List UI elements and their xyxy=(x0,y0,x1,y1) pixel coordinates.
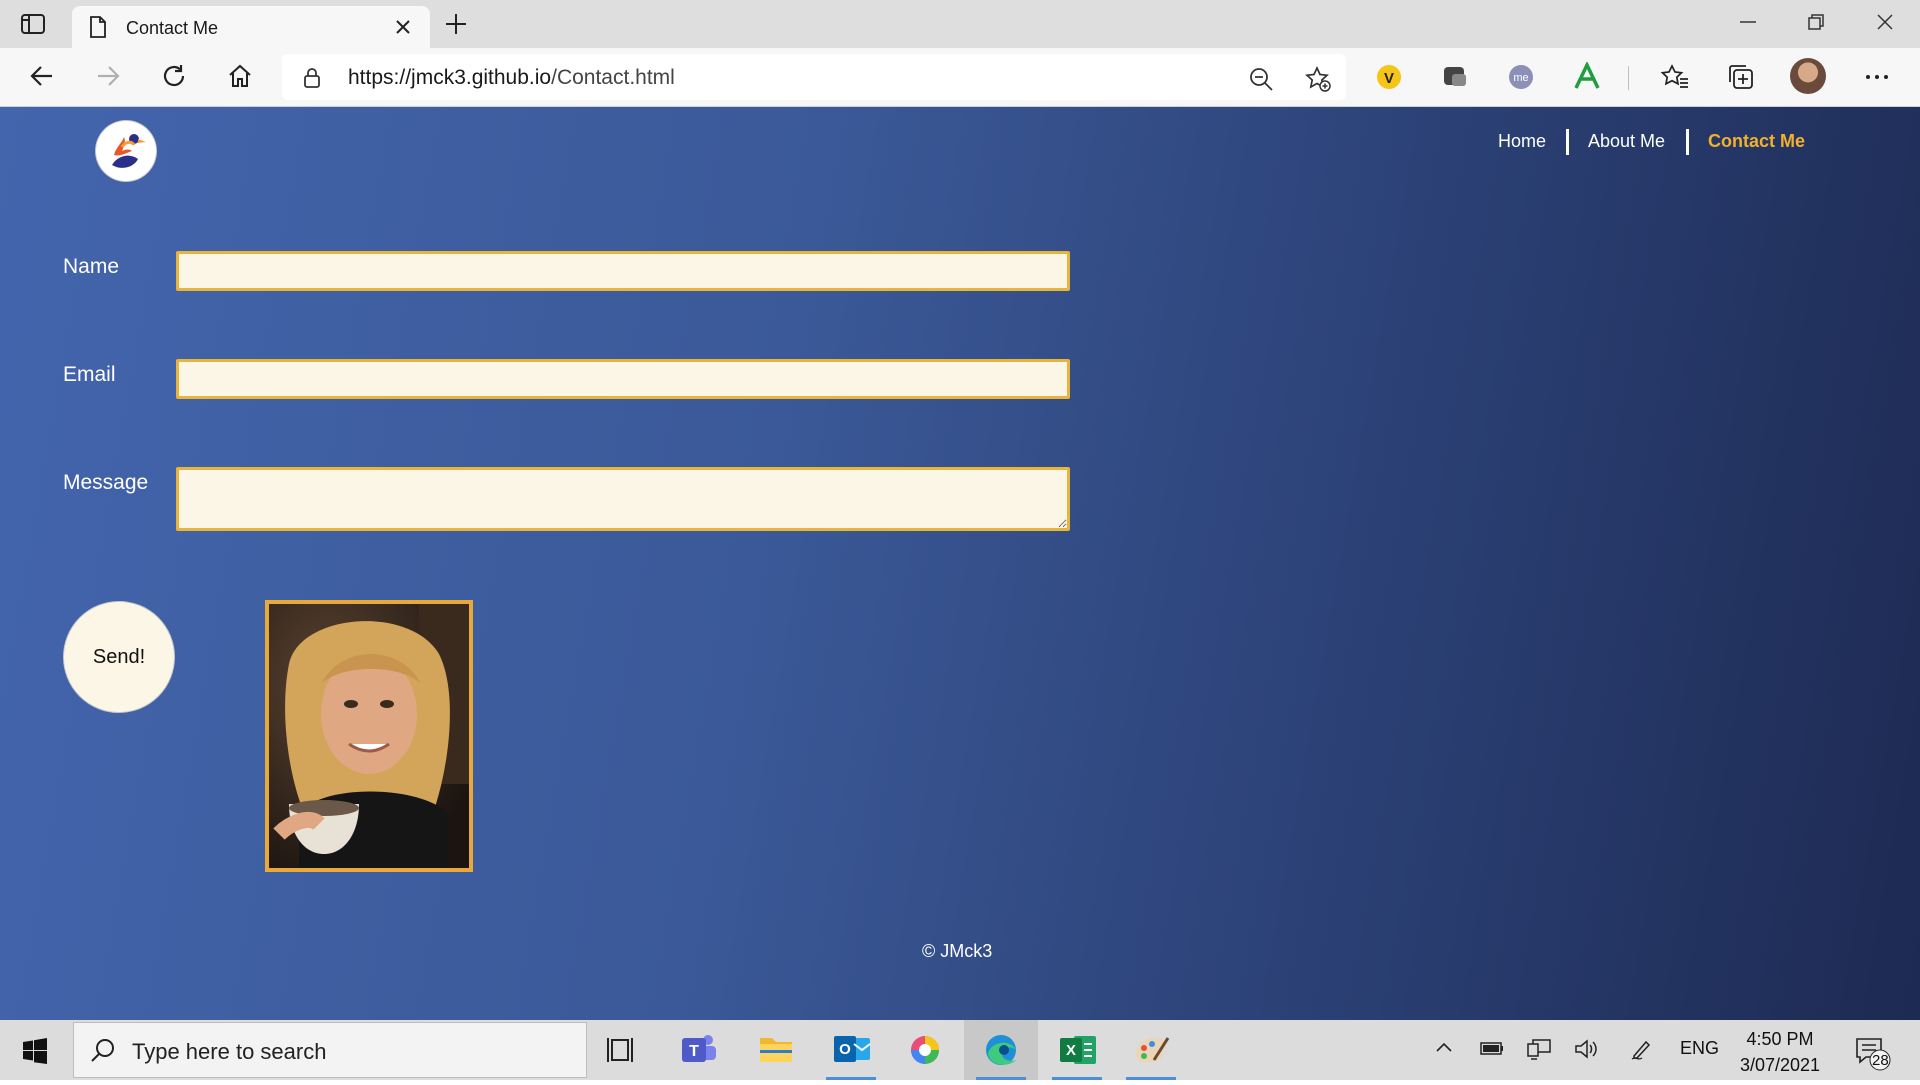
tab-title: Contact Me xyxy=(126,18,219,38)
back-arrow-icon[interactable] xyxy=(28,62,56,95)
refresh-icon[interactable] xyxy=(160,62,188,95)
notifications-icon[interactable]: 28 xyxy=(1854,1036,1894,1077)
browser-tab-active[interactable]: Contact Me xyxy=(72,6,430,48)
send-button[interactable]: Send! xyxy=(63,601,175,713)
notification-count: 28 xyxy=(1872,1052,1889,1069)
contact-page: Home About Me Contact Me Name Email Mess… xyxy=(0,107,1920,1020)
search-icon xyxy=(90,1037,116,1068)
nav-separator xyxy=(1566,129,1569,155)
nav-about-link[interactable]: About Me xyxy=(1588,131,1665,152)
url-path: /Contact.html xyxy=(551,66,675,89)
forward-arrow-icon[interactable] xyxy=(94,62,122,95)
email-label: Email xyxy=(63,363,116,386)
extension-me-icon[interactable]: me xyxy=(1506,62,1536,92)
show-hidden-icons-icon[interactable] xyxy=(1434,1038,1454,1063)
profile-photo xyxy=(265,600,473,872)
language-indicator[interactable]: ENG xyxy=(1680,1038,1719,1059)
outlook-icon[interactable]: O xyxy=(814,1020,888,1080)
svg-text:T: T xyxy=(689,1043,699,1060)
message-label: Message xyxy=(63,471,149,494)
close-tab-icon[interactable] xyxy=(394,18,412,41)
nav-separator xyxy=(1686,129,1689,155)
collections-icon[interactable] xyxy=(1726,62,1756,92)
zoom-out-icon[interactable] xyxy=(1248,66,1274,97)
url-host: https://jmck3.github.io xyxy=(348,66,552,89)
email-input[interactable] xyxy=(176,359,1070,399)
nav-contact-link[interactable]: Contact Me xyxy=(1708,131,1805,152)
extension-v-icon[interactable]: V xyxy=(1374,62,1404,92)
paint-icon[interactable] xyxy=(1114,1020,1188,1080)
clock-date: 3/07/2021 xyxy=(1739,1055,1821,1075)
extension-grammar-icon[interactable] xyxy=(1572,60,1602,92)
nav-home-link[interactable]: Home xyxy=(1498,131,1546,152)
edge-browser-icon[interactable] xyxy=(964,1020,1038,1080)
svg-text:me: me xyxy=(1513,72,1528,84)
file-explorer-icon[interactable] xyxy=(738,1020,812,1080)
search-placeholder: Type here to search xyxy=(132,1039,327,1064)
volume-icon[interactable] xyxy=(1574,1038,1600,1065)
home-icon[interactable] xyxy=(226,62,254,95)
add-favorite-icon[interactable] xyxy=(1304,65,1332,98)
minimize-window-icon[interactable] xyxy=(1738,12,1758,37)
favorites-icon[interactable] xyxy=(1660,62,1690,92)
battery-icon[interactable] xyxy=(1480,1038,1504,1063)
browser-toolbar: https://jmck3.github.io/Contact.html V m… xyxy=(0,48,1920,107)
teams-icon[interactable]: T xyxy=(662,1020,736,1080)
svg-text:V: V xyxy=(1384,70,1394,87)
tab-actions-icon[interactable] xyxy=(20,12,48,36)
clock-time: 4:50 PM xyxy=(1746,1029,1814,1049)
name-label: Name xyxy=(63,255,120,278)
windows-taskbar: Type here to search T O X ENG 4:50 PM 3/… xyxy=(0,1020,1920,1080)
pen-workspace-icon[interactable] xyxy=(1630,1038,1654,1065)
message-textarea[interactable] xyxy=(176,467,1070,531)
new-tab-icon[interactable] xyxy=(444,12,468,41)
profile-avatar[interactable] xyxy=(1790,58,1826,94)
extension-screen-icon[interactable] xyxy=(1440,62,1470,92)
restore-window-icon[interactable] xyxy=(1806,12,1826,37)
network-icon[interactable] xyxy=(1526,1038,1552,1065)
name-input[interactable] xyxy=(176,251,1070,291)
browser-tab-bar: Contact Me xyxy=(0,0,1920,48)
color-app-icon[interactable] xyxy=(888,1020,962,1080)
task-view-icon[interactable] xyxy=(586,1020,660,1080)
page-document-icon xyxy=(88,15,108,44)
toolbar-divider xyxy=(1628,66,1629,90)
clock[interactable]: 4:50 PM 3/07/2021 xyxy=(1730,1026,1830,1078)
url-text[interactable]: https://jmck3.github.io/Contact.html xyxy=(348,66,675,90)
windows-start-icon[interactable] xyxy=(22,1038,48,1069)
close-window-icon[interactable] xyxy=(1875,12,1895,37)
taskbar-search[interactable]: Type here to search xyxy=(73,1022,587,1078)
address-bar[interactable]: https://jmck3.github.io/Contact.html xyxy=(282,54,1346,100)
svg-text:X: X xyxy=(1066,1042,1076,1059)
more-options-icon[interactable] xyxy=(1862,62,1892,92)
excel-icon[interactable]: X xyxy=(1040,1020,1114,1080)
lock-icon[interactable] xyxy=(302,66,322,95)
site-logo[interactable] xyxy=(96,121,156,181)
svg-text:O: O xyxy=(839,1041,851,1058)
copyright-footer: © JMck3 xyxy=(922,941,993,961)
